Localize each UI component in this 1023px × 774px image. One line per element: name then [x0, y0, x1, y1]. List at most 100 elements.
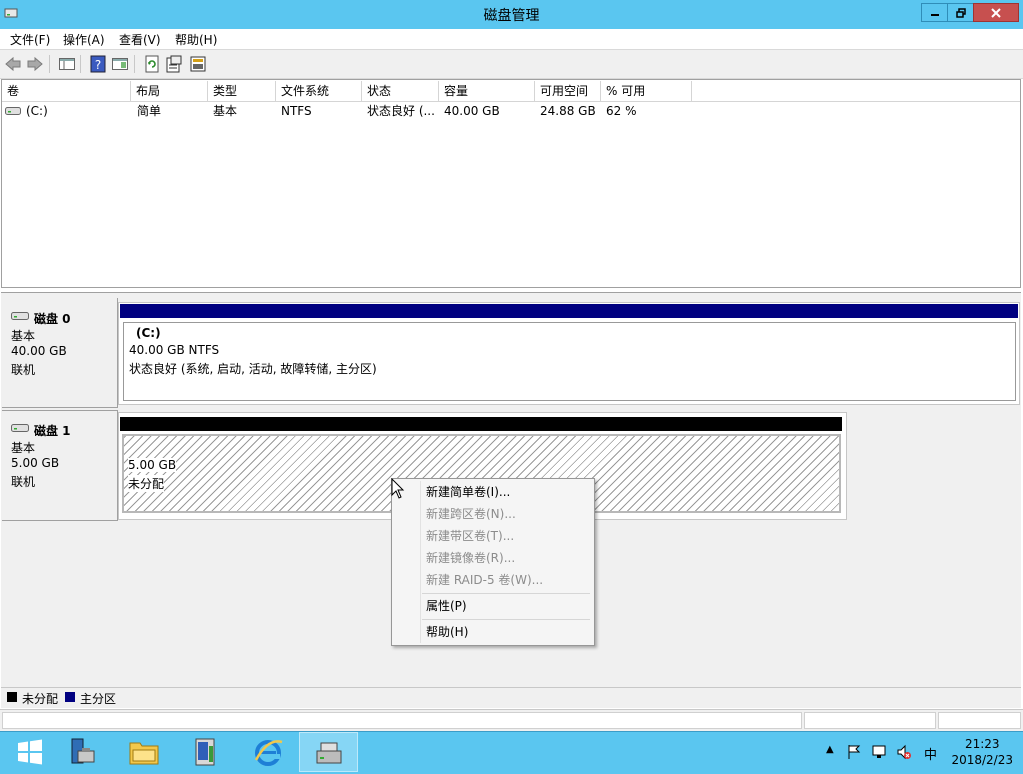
show-hidden-icon[interactable]: ▲: [826, 744, 834, 755]
taskbar: ▲ 中 21:23 2018/2/23: [0, 731, 1023, 774]
status-pane-2: [804, 712, 936, 729]
minimize-icon: [930, 13, 939, 16]
menu-new-striped-volume[interactable]: 新建带区卷(T)...: [426, 526, 514, 546]
drive-icon: [5, 107, 21, 115]
powershell-icon: [195, 738, 214, 766]
network-icon[interactable]: [871, 744, 887, 760]
disk-1-label[interactable]: 磁盘 1 基本 5.00 GB 联机: [2, 410, 118, 521]
taskbar-server-manager[interactable]: [52, 732, 111, 772]
disk-1-size: 5.00 GB: [11, 456, 60, 470]
unallocated-bar: [120, 417, 842, 431]
menu-bar: 文件(F) 操作(A) 查看(V) 帮助(H): [0, 29, 1023, 49]
properties-icon[interactable]: [165, 55, 183, 73]
start-button[interactable]: [0, 732, 59, 772]
disk-0-name: 磁盘 0: [34, 312, 71, 326]
clock-date: 2018/2/23: [951, 753, 1013, 767]
toolbar-separator: [80, 55, 81, 73]
menu-separator: [422, 593, 590, 594]
cell-layout: 简单: [137, 104, 162, 118]
menu-action[interactable]: 操作(A): [63, 31, 105, 48]
svg-text:?: ?: [95, 58, 101, 72]
legend-primary-swatch: [65, 692, 75, 702]
flag-icon[interactable]: [846, 744, 862, 760]
taskbar-powershell[interactable]: [176, 732, 235, 772]
forward-arrow-icon[interactable]: [26, 55, 44, 73]
menu-properties[interactable]: 属性(P): [426, 596, 467, 616]
disk-0-size: 40.00 GB: [11, 344, 67, 358]
col-layout[interactable]: 布局: [131, 81, 208, 101]
partition-c[interactable]: (C:) 40.00 GB NTFS 状态良好 (系统, 启动, 活动, 故障转…: [123, 322, 1016, 401]
disk-1-type: 基本: [11, 441, 36, 455]
col-percent-free[interactable]: % 可用: [601, 81, 692, 101]
col-status[interactable]: 状态: [362, 81, 439, 101]
help-icon[interactable]: ?: [89, 55, 107, 73]
legend-unallocated-swatch: [7, 692, 17, 702]
menu-new-mirrored-volume[interactable]: 新建镜像卷(R)...: [426, 548, 515, 568]
title-bar: 磁盘管理: [0, 0, 1023, 30]
minimize-button[interactable]: [921, 3, 948, 22]
disk-0-row: (C:) 40.00 GB NTFS 状态良好 (系统, 启动, 活动, 故障转…: [118, 302, 1020, 405]
start-icon: [17, 739, 42, 765]
close-button[interactable]: [973, 3, 1019, 22]
disk-0-label[interactable]: 磁盘 0 基本 40.00 GB 联机: [2, 298, 118, 408]
menu-gutter: [420, 481, 421, 643]
console-tree-icon[interactable]: [58, 55, 76, 73]
menu-new-raid5-volume[interactable]: 新建 RAID-5 卷(W)...: [426, 570, 543, 590]
file-explorer-icon: [129, 742, 158, 765]
partition-c-name: (C:): [136, 326, 161, 340]
rescan-disks-icon[interactable]: [189, 55, 207, 73]
cell-volume: (C:): [26, 104, 48, 118]
status-bar: [0, 709, 1023, 732]
ime-indicator[interactable]: 中: [924, 744, 937, 763]
menu-new-spanned-volume[interactable]: 新建跨区卷(N)...: [426, 504, 516, 524]
cell-status: 状态良好 (...: [367, 104, 435, 118]
restore-button[interactable]: [947, 3, 974, 22]
partition-c-status: 状态良好 (系统, 启动, 活动, 故障转储, 主分区): [129, 362, 377, 376]
col-free-space[interactable]: 可用空间: [535, 81, 601, 101]
restore-icon: [955, 7, 966, 18]
col-filesystem[interactable]: 文件系统: [276, 81, 362, 101]
disk-0-state: 联机: [11, 363, 36, 377]
disk-1-name: 磁盘 1: [34, 424, 71, 438]
disk-0-type: 基本: [11, 329, 36, 343]
unallocated-status: 未分配: [128, 475, 165, 492]
show-hide-icon[interactable]: [111, 55, 129, 73]
partition-c-size: 40.00 GB NTFS: [129, 343, 220, 357]
window-title: 磁盘管理: [483, 8, 540, 24]
internet-explorer-icon: [254, 740, 282, 766]
volume-muted-icon[interactable]: [896, 744, 912, 760]
col-volume[interactable]: 卷: [2, 81, 131, 101]
mouse-cursor-icon: [391, 478, 405, 499]
taskbar-file-explorer[interactable]: [114, 732, 173, 772]
taskbar-internet-explorer[interactable]: [238, 732, 297, 772]
legend-primary-label: 主分区: [80, 692, 117, 706]
server-manager-icon: [71, 738, 94, 764]
menu-new-simple-volume[interactable]: 新建简单卷(I)...: [426, 482, 510, 502]
menu-file[interactable]: 文件(F): [10, 31, 50, 48]
menu-help-item[interactable]: 帮助(H): [426, 622, 468, 642]
column-header: 卷 布局 类型 文件系统 状态 容量 可用空间 % 可用: [2, 81, 1020, 102]
clock-time: 21:23: [964, 737, 1000, 751]
clock[interactable]: 21:23 2018/2/23: [951, 736, 1013, 768]
status-pane-3: [938, 712, 1021, 729]
cell-free-space: 24.88 GB: [540, 104, 596, 118]
menu-help[interactable]: 帮助(H): [175, 31, 217, 48]
context-menu: 新建简单卷(I)... 新建跨区卷(N)... 新建带区卷(T)... 新建镜像…: [391, 478, 595, 646]
disk-management-icon: [316, 742, 341, 764]
taskbar-disk-management[interactable]: [299, 732, 358, 772]
legend-unallocated-label: 未分配: [22, 692, 59, 706]
primary-partition-bar: [120, 304, 1018, 318]
cell-capacity: 40.00 GB: [444, 104, 500, 118]
refresh-icon[interactable]: [143, 55, 161, 73]
back-arrow-icon[interactable]: [4, 55, 22, 73]
col-capacity[interactable]: 容量: [439, 81, 535, 101]
toolbar-separator: [134, 55, 135, 73]
unallocated-size: 5.00 GB: [128, 458, 177, 472]
menu-separator: [422, 619, 590, 620]
toolbar-separator: [49, 55, 50, 73]
menu-view[interactable]: 查看(V): [119, 31, 161, 48]
volume-list: 卷 布局 类型 文件系统 状态 容量 可用空间 % 可用 (C:) 简单 基本 …: [1, 79, 1021, 288]
cell-type: 基本: [213, 104, 238, 118]
col-type[interactable]: 类型: [208, 81, 276, 101]
status-pane-1: [2, 712, 802, 729]
